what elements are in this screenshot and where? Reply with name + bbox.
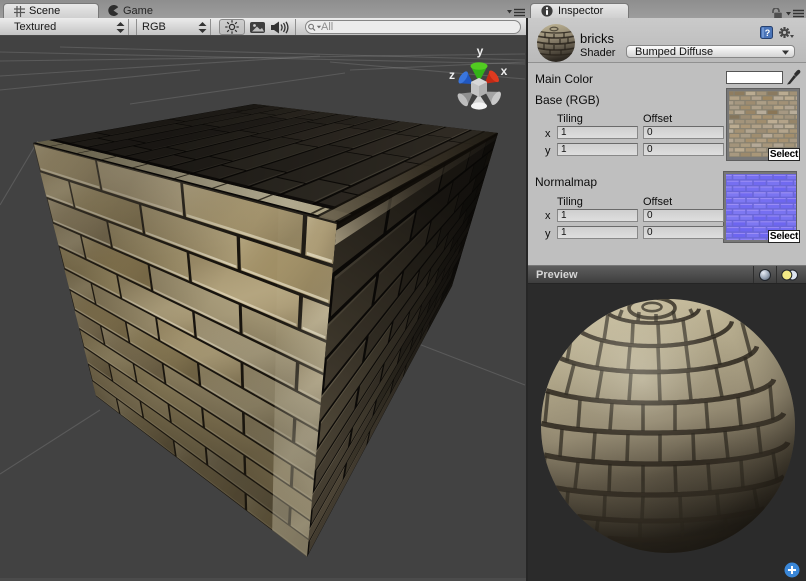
svg-text:x: x (501, 64, 508, 78)
svg-text:z: z (449, 68, 455, 82)
svg-text:?: ? (765, 28, 771, 38)
svg-text:y: y (477, 44, 484, 58)
